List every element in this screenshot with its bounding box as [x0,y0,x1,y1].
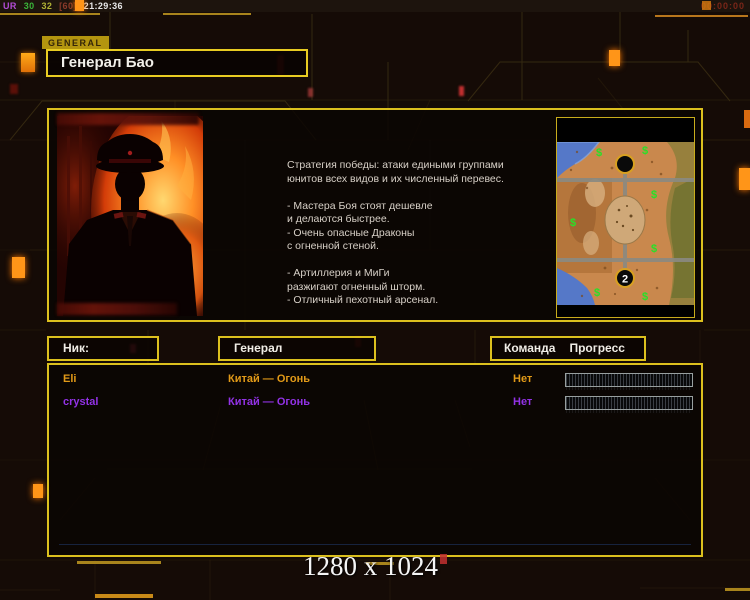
players-header-team-progress: Команда Прогресс [490,336,646,361]
loading-screen: UR 30 32 [60] 21:29:36 00:00:00 GENERAL … [0,0,750,600]
resolution-watermark: 1280 x 1024 [0,551,750,582]
supply-marker: $ [651,243,657,255]
player-row: crystal Китай — Огонь Нет [49,394,697,413]
glow-rect [33,484,43,498]
player-nick: crystal [63,396,99,408]
commander-title-box: Генерал Бао [46,49,308,77]
players-header-nick: Ник: [47,336,159,361]
briefing-line [287,254,545,268]
glow-rect [12,257,25,278]
red-smudge-top [57,113,199,125]
briefing-line [287,186,545,200]
glow-rect [744,110,750,128]
red-watermark-glyph [440,554,447,564]
resolution-text: 1280 x 1024 [303,551,438,581]
fps-segment: 32 [41,1,53,11]
glow-rect [739,168,750,190]
player-team: Нет [513,396,533,408]
fps-clock: 21:29:36 [83,1,123,11]
supply-marker: $ [642,145,648,157]
player-progress-bar [565,373,693,390]
red-smudge-bottom [57,303,177,315]
glow-rect [75,0,84,11]
player-general: Китай — Огонь [228,373,310,385]
supply-marker: $ [594,287,600,299]
briefing-line: Стратегия победы: атаки едиными группами [287,159,504,171]
briefing-line: и делаются быстрее. [287,213,390,225]
panel-bottom-line [59,544,691,545]
briefing-panel: Стратегия победы: атаки едиными группами… [47,108,703,322]
team-header-label: Команда [504,341,556,355]
briefing-line: - Артиллерия и МиГи [287,267,390,279]
general-tab: GENERAL [42,36,109,49]
fps-segment: UR [3,1,17,11]
briefing-line: - Мастера Боя стоят дешевле [287,199,433,212]
briefing-line: с огненной стеной. [287,240,379,252]
supply-marker: $ [642,291,648,303]
player-row: Eli Китай — Огонь Нет [49,371,697,390]
general-bao-portrait [57,116,203,316]
hud-dash [0,13,100,15]
player-nick: Eli [63,373,77,385]
player-team: Нет [513,373,533,385]
fps-segment: 30 [23,1,35,11]
start-point-1 [615,154,635,174]
player-progress-bar [565,396,693,413]
briefing-line: - Отличный пехотный арсенал. [287,294,439,306]
title-accent-square [21,53,35,72]
players-panel: Eli Китай — Огонь Нет crystal Китай — Ог… [47,363,703,557]
player-general: Китай — Огонь [228,396,310,408]
hud-dash [725,588,750,591]
supply-marker: $ [651,189,657,201]
briefing-text: Стратегия победы: атаки едиными группами… [287,159,545,308]
capture-topbar: UR 30 32 [60] 21:29:36 00:00:00 [0,0,750,12]
red-dot [308,88,313,97]
nick-header-label: Ник: [63,341,90,355]
red-dot [459,86,464,96]
red-dot [10,84,18,94]
start-point-2-label: 2 [622,274,628,286]
fps-overlay: UR 30 32 [60] 21:29:36 [3,1,127,11]
hud-dash [95,594,153,598]
supply-marker: $ [570,217,576,229]
commander-title: Генерал Бао [61,54,154,71]
glow-rect [609,50,620,66]
general-header-label: Генерал [234,341,283,355]
briefing-line: юнитов всех видов и их численный перевес… [287,172,504,185]
supply-marker: $ [596,147,602,159]
hud-dash [655,15,748,17]
briefing-line: разжигают огненный шторм. [287,280,426,293]
glow-rect [702,1,711,10]
progress-header-label: Прогресс [569,341,625,355]
players-header-general: Генерал [218,336,376,361]
briefing-line: - Очень опасные Драконы [287,226,415,239]
hud-dash [163,13,251,15]
minimap-image: 2 $ $ $ $ $ $ $ [556,117,695,318]
